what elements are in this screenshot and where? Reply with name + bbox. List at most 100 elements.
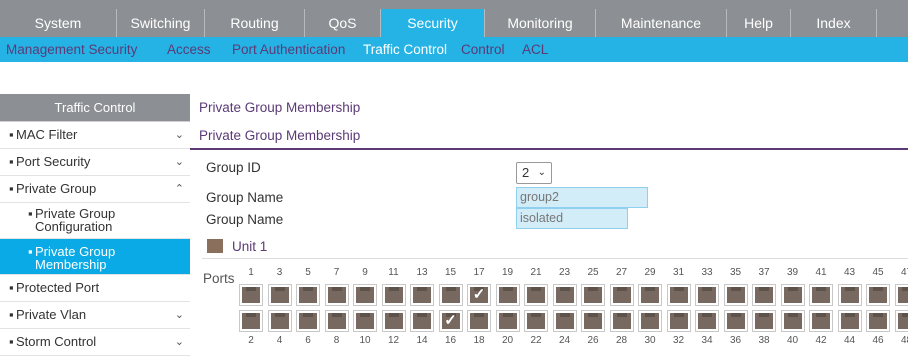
tab-qos[interactable]: QoS [305, 9, 381, 37]
tab-help[interactable]: Help [727, 9, 791, 37]
check-icon: ✓ [444, 312, 457, 329]
chevron-down-icon[interactable]: ⌄ [175, 122, 184, 148]
tab-monitoring[interactable]: Monitoring [485, 9, 596, 37]
port-number: 17 [473, 267, 485, 278]
port-checkbox[interactable] [438, 284, 463, 306]
port-checkbox[interactable] [837, 310, 862, 332]
tab-index[interactable]: Index [791, 9, 877, 37]
port-checkbox[interactable] [837, 284, 862, 306]
port-checkbox[interactable] [809, 284, 833, 306]
port-number: 24 [558, 335, 571, 346]
sidebar-item-label: Private Group [16, 181, 97, 196]
port-checkbox[interactable] [239, 284, 263, 306]
port-checkbox[interactable] [723, 284, 748, 306]
port-checkbox[interactable] [381, 284, 406, 306]
port-checkbox[interactable] [267, 284, 292, 306]
sidebar-item-mac-filter[interactable]: ▪ MAC Filter ⌄ [0, 122, 190, 149]
bullet-icon: ▪ [9, 307, 14, 322]
subnav-port-authentication[interactable]: Port Authentication [232, 37, 345, 62]
port-checkbox[interactable] [552, 284, 577, 306]
port-checkbox[interactable] [752, 310, 776, 332]
port-checkbox[interactable] [638, 310, 662, 332]
subnav-control[interactable]: Control [461, 37, 505, 62]
port-icon [869, 287, 887, 303]
sidebar-item-label: Private Vlan [16, 307, 87, 322]
sidebar-item-private-group[interactable]: ▪ Private Group ⌃ [0, 176, 190, 203]
port-checkbox[interactable] [609, 310, 634, 332]
port-checkbox[interactable] [353, 284, 377, 306]
port-checkbox[interactable] [638, 284, 662, 306]
port-checkbox[interactable] [239, 310, 263, 332]
port-checkbox[interactable]: ✓ [467, 284, 491, 306]
port-checkbox[interactable] [894, 284, 908, 306]
port-checkbox[interactable] [666, 284, 691, 306]
port-number: 45 [872, 267, 884, 278]
tab-security[interactable]: Security [381, 9, 485, 37]
chevron-down-icon[interactable]: ⌄ [175, 329, 184, 355]
port-checkbox[interactable] [666, 310, 691, 332]
subnav-acl[interactable]: ACL [522, 37, 548, 62]
port-checkbox[interactable] [296, 284, 320, 306]
chevron-up-icon[interactable]: ⌃ [175, 176, 184, 202]
port-icon [698, 313, 716, 329]
tab-maintenance[interactable]: Maintenance [596, 9, 727, 37]
subnav-traffic-control[interactable]: Traffic Control [363, 37, 447, 62]
port-checkbox[interactable] [524, 310, 548, 332]
page-title: Private Group Membership [199, 100, 361, 115]
sidebar-item-label: Protected Port [16, 280, 100, 295]
port-checkbox[interactable] [894, 310, 908, 332]
port-checkbox[interactable] [809, 310, 833, 332]
port-number: 12 [387, 335, 400, 346]
port-checkbox[interactable] [866, 310, 890, 332]
port-checkbox[interactable] [495, 284, 520, 306]
sidebar-item-private-vlan[interactable]: ▪ Private Vlan ⌄ [0, 302, 190, 329]
port-checkbox[interactable] [723, 310, 748, 332]
sidebar-item-port-security[interactable]: ▪ Port Security ⌄ [0, 149, 190, 176]
port-checkbox[interactable] [324, 310, 349, 332]
port-checkbox[interactable] [324, 284, 349, 306]
sidebar-item-protected-port[interactable]: ▪ Protected Port [0, 275, 190, 302]
port-checkbox[interactable] [780, 310, 805, 332]
sidebar-item-storm-control[interactable]: ▪ Storm Control ⌄ [0, 329, 190, 356]
chevron-down-icon[interactable]: ⌄ [175, 149, 184, 175]
chevron-down-icon[interactable]: ⌄ [175, 302, 184, 328]
port-checkbox[interactable] [752, 284, 776, 306]
port-checkbox[interactable] [552, 310, 577, 332]
port-checkbox[interactable] [866, 284, 890, 306]
port-checkbox[interactable] [410, 310, 434, 332]
port-checkbox[interactable] [296, 310, 320, 332]
port-checkbox[interactable] [495, 310, 520, 332]
port-checkbox[interactable] [581, 284, 605, 306]
port-checkbox[interactable] [780, 284, 805, 306]
port-icon [612, 287, 631, 303]
subnav-management-security[interactable]: Management Security [6, 37, 137, 62]
tab-routing[interactable]: Routing [205, 9, 305, 37]
group-id-select[interactable]: 2 ⌄ [516, 162, 552, 184]
port-checkbox[interactable] [581, 310, 605, 332]
sidebar-subitem-private-group-membership[interactable]: ▪ Private Group Membership [0, 239, 190, 275]
port-number: 31 [672, 267, 685, 278]
port-icon [812, 287, 830, 303]
tab-system[interactable]: System [0, 9, 117, 37]
port-number: 19 [501, 267, 514, 278]
port-icon [356, 287, 374, 303]
port-checkbox[interactable] [410, 284, 434, 306]
subnav-access[interactable]: Access [167, 37, 211, 62]
port-checkbox[interactable] [524, 284, 548, 306]
port-number: 40 [786, 335, 799, 346]
port-checkbox[interactable] [381, 310, 406, 332]
port-checkbox[interactable] [695, 284, 719, 306]
sidebar-header: Traffic Control [0, 94, 190, 122]
port-icon [498, 313, 517, 329]
port-icon [299, 313, 317, 329]
tab-switching[interactable]: Switching [117, 9, 205, 37]
port-checkbox[interactable] [353, 310, 377, 332]
port-checkbox[interactable] [467, 310, 491, 332]
port-icon [584, 313, 602, 329]
port-checkbox[interactable]: ✓ [438, 310, 463, 332]
port-checkbox[interactable] [267, 310, 292, 332]
sidebar-subitem-private-group-configuration[interactable]: ▪ Private Group Configuration [0, 203, 190, 239]
port-checkbox[interactable] [609, 284, 634, 306]
port-checkbox[interactable] [695, 310, 719, 332]
port-icon [384, 313, 403, 329]
